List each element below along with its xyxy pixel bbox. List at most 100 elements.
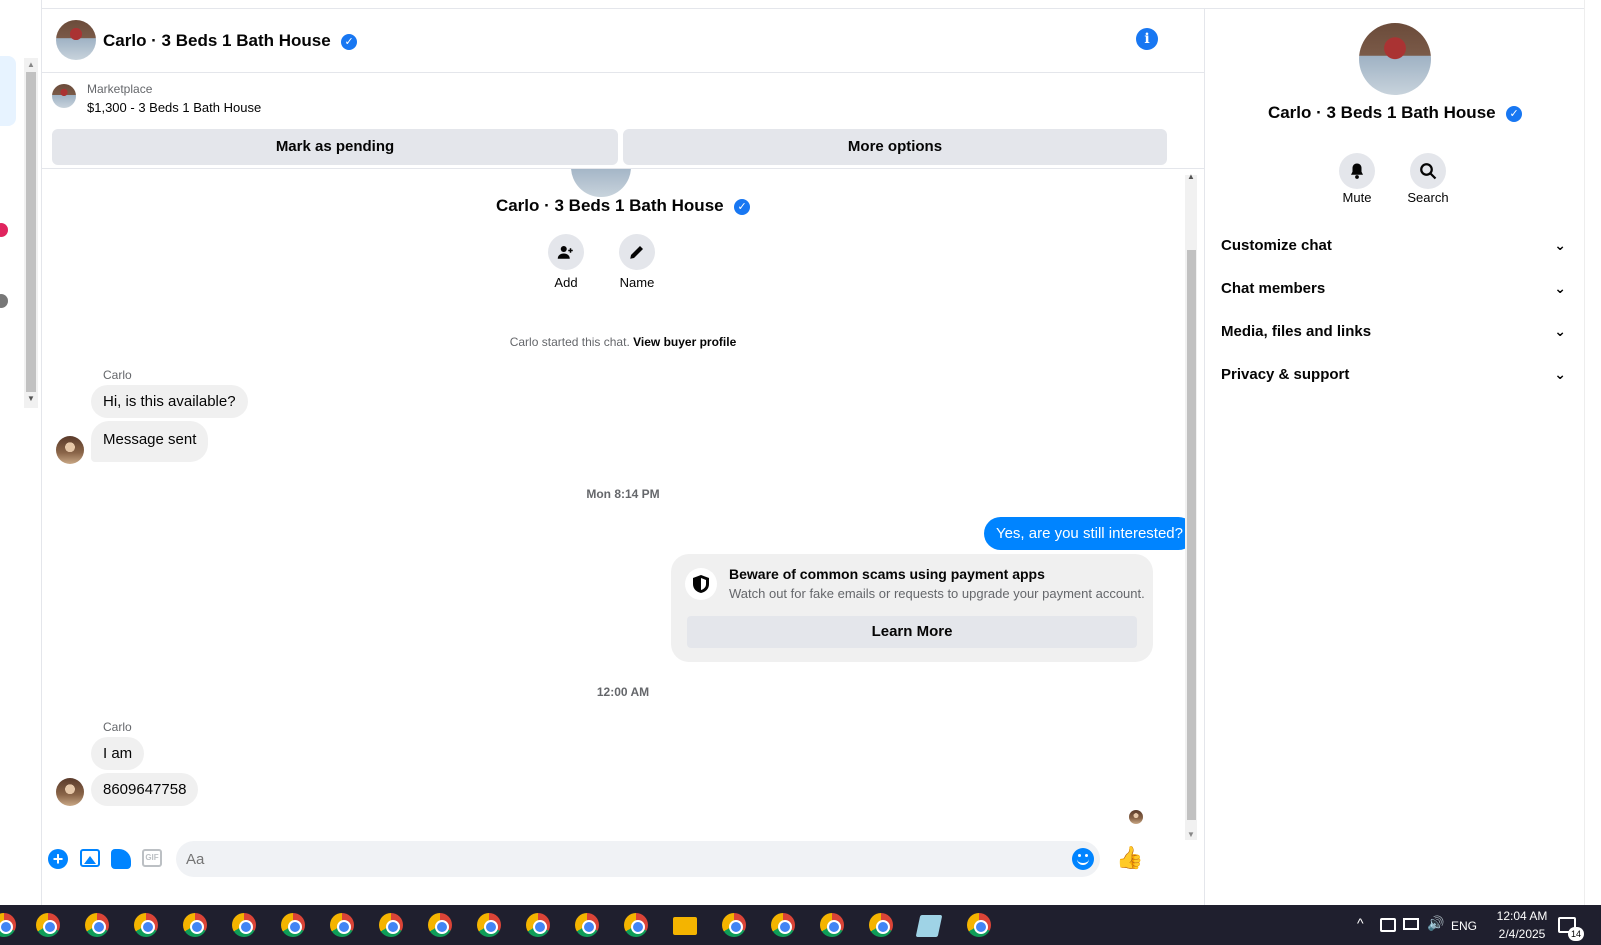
section-label: Media, files and links bbox=[1221, 322, 1372, 340]
selected-chat-indicator[interactable] bbox=[0, 56, 16, 126]
network-icon[interactable] bbox=[1403, 918, 1419, 930]
chrome-icon[interactable] bbox=[820, 913, 844, 937]
verified-badge-icon: ✓ bbox=[1506, 105, 1523, 122]
listing-thumbnail[interactable] bbox=[52, 84, 76, 108]
chrome-icon[interactable] bbox=[428, 913, 452, 937]
taskbar: ^ 🔊 ENG 12:04 AM 2/4/2025 14 bbox=[0, 905, 1601, 945]
page-scrollbar[interactable] bbox=[1584, 0, 1601, 905]
sender-avatar[interactable] bbox=[56, 436, 84, 464]
chrome-icon[interactable] bbox=[85, 913, 109, 937]
section-privacy-support[interactable]: Privacy & support ⌄ bbox=[1221, 356, 1566, 392]
left-scrollbar-thumb[interactable] bbox=[26, 72, 36, 392]
message-bubble[interactable]: Message sent bbox=[91, 421, 209, 462]
section-customize-chat[interactable]: Customize chat ⌄ bbox=[1221, 227, 1566, 263]
chrome-icon[interactable] bbox=[134, 913, 158, 937]
clock-time[interactable]: 12:04 AM bbox=[1492, 909, 1552, 923]
chrome-icon[interactable] bbox=[36, 913, 60, 937]
gif-icon[interactable]: GIF bbox=[142, 849, 162, 867]
file-explorer-icon[interactable] bbox=[673, 917, 697, 935]
scroll-down-arrow-icon[interactable]: ▼ bbox=[27, 394, 35, 403]
chrome-icon[interactable] bbox=[967, 913, 991, 937]
my-message-bubble[interactable]: Yes, are you still interested? bbox=[983, 517, 1195, 550]
section-label: Chat members bbox=[1221, 279, 1326, 297]
info-avatar[interactable] bbox=[1359, 23, 1431, 95]
chrome-icon[interactable] bbox=[526, 913, 550, 937]
chrome-icon[interactable] bbox=[624, 913, 648, 937]
notepad-icon[interactable] bbox=[915, 915, 943, 937]
bell-icon bbox=[1351, 163, 1363, 179]
chrome-icon[interactable] bbox=[183, 913, 207, 937]
chrome-icon[interactable] bbox=[869, 913, 893, 937]
chevron-down-icon: ⌄ bbox=[1554, 236, 1566, 253]
verified-badge-icon: ✓ bbox=[341, 33, 358, 50]
chat-info-panel: Carlo · 3 Beds 1 Bath House ✓ Mute Searc… bbox=[1204, 9, 1584, 905]
section-media-files-links[interactable]: Media, files and links ⌄ bbox=[1221, 313, 1566, 349]
message-input[interactable] bbox=[186, 841, 1076, 877]
security-icon[interactable] bbox=[1380, 918, 1396, 932]
search-label: Search bbox=[1407, 190, 1449, 205]
scroll-up-arrow-icon[interactable]: ▲ bbox=[1187, 172, 1195, 181]
view-buyer-profile-link[interactable]: View buyer profile bbox=[633, 335, 736, 349]
learn-more-button[interactable]: Learn More bbox=[687, 616, 1137, 648]
photo-icon[interactable] bbox=[80, 849, 100, 867]
add-person-icon bbox=[557, 246, 573, 259]
chrome-icon[interactable] bbox=[330, 913, 354, 937]
listing-item[interactable]: $1,300 - 3 Beds 1 Bath House bbox=[87, 100, 261, 115]
message-bubble[interactable]: I am bbox=[91, 737, 145, 770]
section-chat-members[interactable]: Chat members ⌄ bbox=[1221, 270, 1566, 306]
chat-header: Carlo · 3 Beds 1 Bath House ✓ i bbox=[42, 9, 1204, 73]
chrome-icon[interactable] bbox=[722, 913, 746, 937]
message-bubble[interactable]: Hi, is this available? bbox=[91, 385, 248, 418]
plus-icon[interactable]: + bbox=[48, 849, 68, 869]
volume-icon[interactable]: 🔊 bbox=[1427, 915, 1444, 932]
chat-started-text: Carlo started this chat. bbox=[509, 335, 630, 349]
chrome-icon[interactable] bbox=[379, 913, 403, 937]
scam-warning-title: Beware of common scams using payment app… bbox=[729, 566, 1045, 582]
chrome-icon[interactable] bbox=[477, 913, 501, 937]
timestamp: 12:00 AM bbox=[596, 685, 650, 699]
chat-avatar-partial[interactable] bbox=[0, 223, 8, 237]
clock-date[interactable]: 2/4/2025 bbox=[1492, 927, 1552, 941]
chat-title[interactable]: Carlo · 3 Beds 1 Bath House bbox=[103, 31, 331, 50]
chrome-icon[interactable] bbox=[232, 913, 256, 937]
info-name-wrap: Carlo · 3 Beds 1 Bath House ✓ bbox=[1205, 103, 1585, 123]
chat-avatar[interactable] bbox=[56, 20, 96, 60]
mute-button[interactable] bbox=[1339, 153, 1375, 189]
listing-source: Marketplace bbox=[87, 82, 153, 96]
chrome-icon[interactable] bbox=[771, 913, 795, 937]
sender-avatar[interactable] bbox=[56, 778, 84, 806]
read-receipt-avatar bbox=[1129, 810, 1143, 824]
pencil-icon bbox=[630, 246, 643, 259]
mark-as-pending-button[interactable]: Mark as pending bbox=[52, 129, 618, 165]
emoji-icon[interactable] bbox=[1072, 848, 1094, 870]
sender-name: Carlo bbox=[103, 368, 132, 382]
edit-name-button[interactable] bbox=[619, 234, 655, 270]
chrome-icon[interactable] bbox=[575, 913, 599, 937]
sticker-icon[interactable] bbox=[111, 849, 131, 869]
message-input-wrap[interactable] bbox=[176, 841, 1100, 877]
search-button[interactable] bbox=[1410, 153, 1446, 189]
chat-avatar-partial-2[interactable] bbox=[0, 294, 8, 308]
thumbs-up-icon[interactable]: 👍 bbox=[1116, 845, 1143, 871]
more-options-button[interactable]: More options bbox=[623, 129, 1167, 165]
profile-avatar[interactable] bbox=[571, 169, 631, 197]
chrome-icon[interactable] bbox=[0, 913, 16, 937]
chat-panel: Carlo · 3 Beds 1 Bath House ✓ i Marketpl… bbox=[42, 9, 1204, 905]
chat-started-line: Carlo started this chat. View buyer prof… bbox=[42, 335, 1204, 349]
language-indicator[interactable]: ENG bbox=[1451, 919, 1477, 933]
chevron-down-icon: ⌄ bbox=[1554, 279, 1566, 296]
chevron-up-icon[interactable]: ^ bbox=[1357, 915, 1364, 931]
scroll-down-arrow-icon[interactable]: ▼ bbox=[1187, 830, 1195, 839]
chat-title-wrap[interactable]: Carlo · 3 Beds 1 Bath House ✓ bbox=[103, 31, 358, 51]
message-bubble[interactable]: 8609647758 bbox=[91, 773, 199, 806]
chrome-icon[interactable] bbox=[281, 913, 305, 937]
name-label: Name bbox=[619, 275, 655, 290]
add-person-button[interactable] bbox=[548, 234, 584, 270]
info-icon[interactable]: i bbox=[1136, 28, 1158, 50]
message-scrollbar-thumb[interactable] bbox=[1187, 250, 1196, 820]
scroll-up-arrow-icon[interactable]: ▲ bbox=[27, 60, 35, 69]
marketplace-listing-bar: Marketplace $1,300 - 3 Beds 1 Bath House… bbox=[42, 73, 1204, 169]
notification-count: 14 bbox=[1568, 927, 1584, 941]
message-list: Carlo · 3 Beds 1 Bath House ✓ Add Name C… bbox=[42, 169, 1204, 849]
profile-name-wrap: Carlo · 3 Beds 1 Bath House ✓ bbox=[42, 196, 1204, 216]
